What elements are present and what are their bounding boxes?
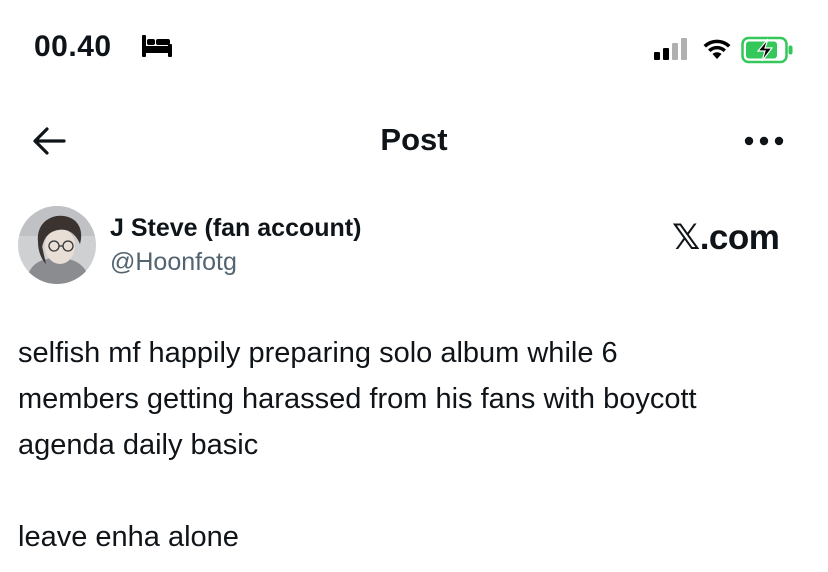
page-title: Post [380, 122, 448, 157]
post-text-line: selfish mf happily preparing solo album … [18, 337, 618, 369]
more-options-button[interactable] [744, 134, 784, 148]
cellular-signal-icon [654, 37, 690, 66]
author-display-name[interactable]: J Steve (fan account) [110, 214, 361, 243]
post-text-line: leave enha alone [18, 521, 239, 553]
battery-charging-icon [741, 36, 795, 69]
post-text: selfish mf happily preparing solo album … [18, 330, 818, 560]
x-com-watermark: 𝕏.com [672, 218, 780, 257]
avatar[interactable] [18, 206, 96, 284]
post-header: Post [0, 110, 828, 170]
wifi-icon [702, 38, 732, 65]
author-handle[interactable]: @Hoonfotg [110, 248, 237, 277]
post-text-line: agenda daily basic [18, 429, 259, 461]
bed-icon [141, 34, 173, 63]
status-time: 00.40 [34, 30, 112, 63]
more-horizontal-icon [744, 136, 784, 146]
status-bar: 00.40 [0, 0, 828, 100]
post-text-line: members getting harassed from his fans w… [18, 383, 697, 415]
